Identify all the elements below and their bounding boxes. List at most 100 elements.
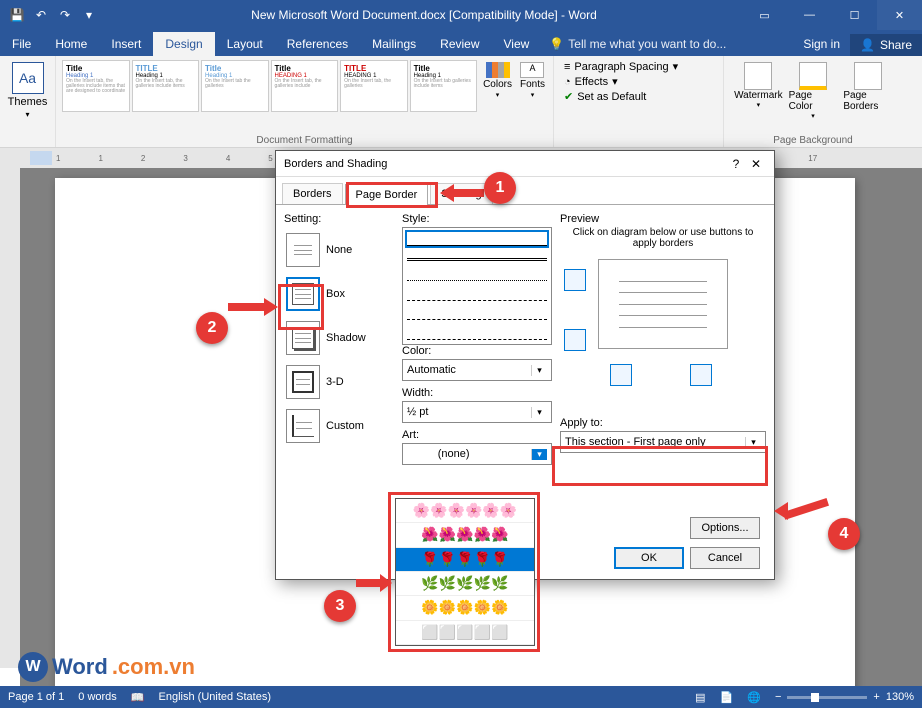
art-option[interactable]: 🌼🌼🌼🌼🌼: [396, 596, 534, 620]
apply-to-label: Apply to:: [560, 417, 766, 429]
site-watermark: W Word.com.vn: [18, 652, 195, 682]
quick-access-toolbar: 💾 ↶ ↷ ▾: [0, 4, 106, 26]
art-dropdown-list[interactable]: 🌸🌸🌸🌸🌸🌸 🌺🌺🌺🌺🌺 🌹🌹🌹🌹🌹 🌿🌿🌿🌿🌿 🌼🌼🌼🌼🌼 ⬜⬜⬜⬜⬜: [395, 498, 535, 646]
watermark-icon: [744, 62, 772, 90]
callout-1: 1: [484, 172, 516, 204]
ribbon-options-icon[interactable]: ▭: [742, 0, 787, 30]
dialog-tabs: Borders Page Border Shading: [276, 177, 774, 205]
tab-home[interactable]: Home: [43, 32, 99, 56]
window-controls: ▭ — ☐ ✕: [742, 0, 922, 30]
status-proofing-icon[interactable]: 📖: [131, 691, 145, 704]
art-option[interactable]: 🌿🌿🌿🌿🌿: [396, 572, 534, 596]
setting-3d[interactable]: 3-D: [284, 363, 394, 401]
cancel-button[interactable]: Cancel: [690, 547, 760, 569]
art-combo[interactable]: (none)▾: [402, 443, 552, 465]
vertical-ruler[interactable]: [0, 168, 20, 668]
maximize-icon[interactable]: ☐: [832, 0, 877, 30]
status-words[interactable]: 0 words: [78, 691, 117, 703]
preview-column: Preview Click on diagram below or use bu…: [560, 213, 766, 537]
save-icon[interactable]: 💾: [6, 4, 28, 26]
colors-button[interactable]: Colors▾: [483, 62, 512, 124]
tab-insert[interactable]: Insert: [99, 32, 153, 56]
border-left-toggle[interactable]: [610, 364, 632, 386]
tab-mailings[interactable]: Mailings: [360, 32, 428, 56]
paragraph-spacing-icon: ≡: [564, 61, 570, 73]
help-icon[interactable]: ?: [726, 157, 746, 171]
tab-references[interactable]: References: [275, 32, 360, 56]
zoom-out-icon[interactable]: −: [775, 691, 781, 703]
view-read-icon[interactable]: ▤: [695, 691, 705, 704]
ok-button[interactable]: OK: [614, 547, 684, 569]
undo-icon[interactable]: ↶: [30, 4, 52, 26]
tab-review[interactable]: Review: [428, 32, 491, 56]
page-borders-button[interactable]: Page Borders: [841, 60, 894, 122]
group-document-formatting: TitleHeading 1On the Insert tab, the gal…: [56, 56, 554, 147]
preview-label: Preview: [560, 213, 766, 225]
sign-in-link[interactable]: Sign in: [793, 32, 850, 56]
tab-layout[interactable]: Layout: [215, 32, 275, 56]
setting-label: Setting:: [284, 213, 394, 225]
callout-3: 3: [324, 590, 356, 622]
style-listbox[interactable]: [402, 227, 552, 345]
art-option[interactable]: 🌹🌹🌹🌹🌹: [396, 548, 534, 572]
border-right-toggle[interactable]: [690, 364, 712, 386]
chevron-down-icon: ▾: [531, 365, 547, 376]
art-option[interactable]: ⬜⬜⬜⬜⬜: [396, 621, 534, 645]
apply-to-combo[interactable]: This section - First page only▾: [560, 431, 766, 453]
effects-button[interactable]: ◔Effects ▾: [564, 75, 713, 88]
zoom-control[interactable]: − + 130%: [775, 691, 914, 703]
color-label: Color:: [402, 345, 552, 357]
chevron-down-icon: ▾: [745, 437, 761, 448]
view-print-icon[interactable]: 📄: [720, 691, 734, 704]
ribbon-tabbar: File Home Insert Design Layout Reference…: [0, 30, 922, 56]
set-as-default-button[interactable]: ✔Set as Default: [564, 90, 713, 103]
share-button[interactable]: 👤Share: [850, 34, 922, 56]
setting-column: Setting: None Box Shadow 3-D Custom: [284, 213, 394, 537]
minimize-icon[interactable]: —: [787, 0, 832, 30]
status-bar: Page 1 of 1 0 words 📖 English (United St…: [0, 686, 922, 708]
status-language[interactable]: English (United States): [159, 691, 272, 703]
effects-icon: ◔: [564, 76, 571, 88]
setting-shadow[interactable]: Shadow: [284, 319, 394, 357]
redo-icon[interactable]: ↷: [54, 4, 76, 26]
tab-page-border[interactable]: Page Border: [345, 184, 429, 205]
art-option[interactable]: 🌸🌸🌸🌸🌸🌸: [396, 499, 534, 523]
art-option[interactable]: 🌺🌺🌺🌺🌺: [396, 523, 534, 547]
group-label: Page Background: [724, 135, 902, 146]
watermark-button[interactable]: Watermark▾: [732, 60, 785, 122]
tab-view[interactable]: View: [492, 32, 542, 56]
fonts-button[interactable]: A Fonts▾: [520, 62, 545, 124]
color-combo[interactable]: Automatic▾: [402, 359, 552, 381]
tab-design[interactable]: Design: [153, 32, 214, 56]
view-web-icon[interactable]: 🌐: [747, 691, 761, 704]
close-icon[interactable]: ✕: [877, 0, 922, 30]
width-label: Width:: [402, 387, 552, 399]
paragraph-spacing-button[interactable]: ≡Paragraph Spacing ▾: [564, 60, 713, 73]
page-borders-icon: [854, 62, 882, 90]
zoom-level[interactable]: 130%: [886, 691, 914, 703]
themes-button[interactable]: Aa Themes ▾: [4, 58, 51, 123]
status-page[interactable]: Page 1 of 1: [8, 691, 64, 703]
title-bar: 💾 ↶ ↷ ▾ New Microsoft Word Document.docx…: [0, 0, 922, 30]
colors-icon: [486, 62, 510, 78]
preview-diagram[interactable]: [598, 259, 728, 349]
dialog-close-icon[interactable]: ✕: [746, 157, 766, 171]
setting-box[interactable]: Box: [284, 275, 394, 313]
tab-file[interactable]: File: [0, 32, 43, 56]
preview-hint: Click on diagram below or use buttons to…: [560, 227, 766, 249]
tell-me-search[interactable]: 💡Tell me what you want to do...: [541, 32, 793, 56]
ribbon: Aa Themes ▾ TitleHeading 1On the Insert …: [0, 56, 922, 148]
style-gallery[interactable]: TitleHeading 1On the Insert tab, the gal…: [60, 58, 479, 128]
zoom-in-icon[interactable]: +: [873, 691, 879, 703]
qat-customize-icon[interactable]: ▾: [78, 4, 100, 26]
tab-borders[interactable]: Borders: [282, 183, 343, 204]
width-combo[interactable]: ½ pt▾: [402, 401, 552, 423]
options-button[interactable]: Options...: [690, 517, 760, 539]
chevron-down-icon: ▾: [531, 449, 547, 460]
border-bottom-toggle[interactable]: [564, 329, 586, 351]
setting-custom[interactable]: Custom: [284, 407, 394, 445]
border-top-toggle[interactable]: [564, 269, 586, 291]
page-color-button[interactable]: Page Color▾: [787, 60, 840, 122]
setting-none[interactable]: None: [284, 231, 394, 269]
zoom-slider[interactable]: [787, 696, 867, 699]
